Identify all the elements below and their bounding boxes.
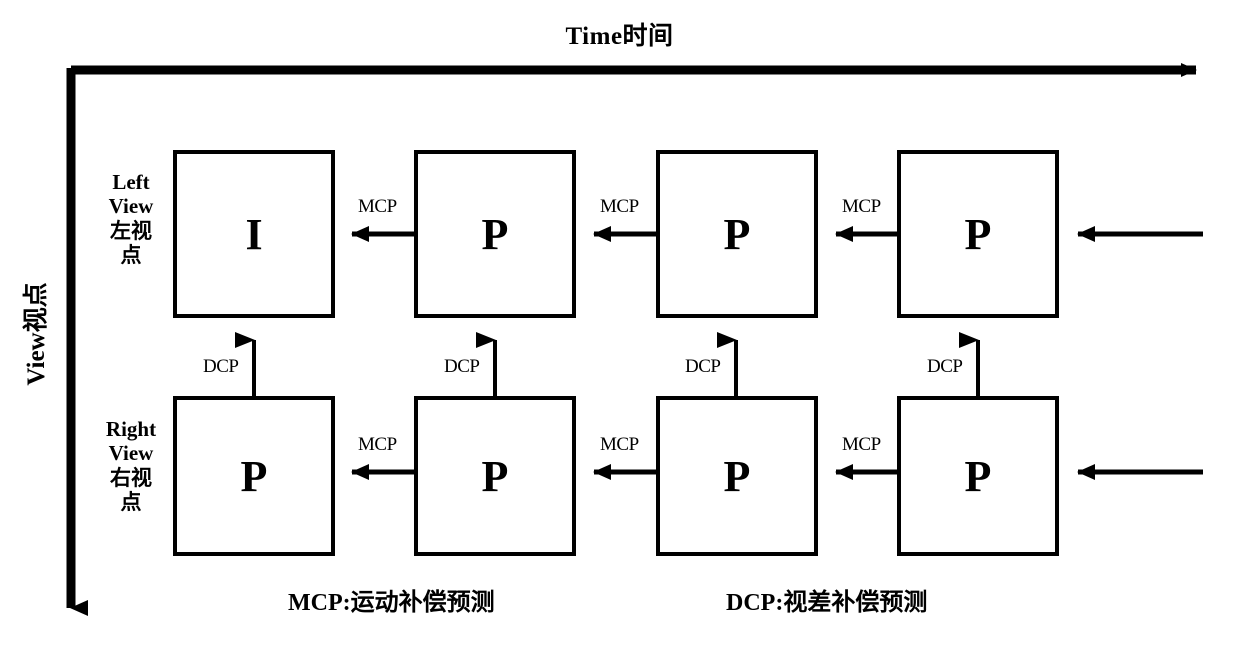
frame-box-left-view-2[interactable]: P	[656, 150, 818, 318]
edge-label-mcp-top-1: MCP	[600, 196, 639, 217]
row-label-right-zh: 右视	[110, 465, 152, 490]
legend-dcp: DCP:视差补偿预测	[726, 590, 928, 616]
edge-label-dcp-2: DCP	[685, 356, 721, 377]
edge-label-mcp-top-0: MCP	[358, 196, 397, 217]
edge-label-mcp-bottom-0: MCP	[358, 434, 397, 455]
frame-box-right-view-0[interactable]: P	[173, 396, 335, 556]
row-label-right-zh2: 点	[120, 490, 142, 515]
frame-box-left-view-0[interactable]: I	[173, 150, 335, 318]
frame-box-right-view-2[interactable]: P	[656, 396, 818, 556]
row-label-left-view: Left View 左视 点	[76, 170, 186, 267]
row-label-right-en2: View	[108, 441, 154, 466]
row-label-right-view: Right View 右视 点	[76, 417, 186, 514]
edge-label-dcp-3: DCP	[927, 356, 963, 377]
row-label-left-zh: 左视	[110, 218, 152, 243]
edge-label-dcp-0: DCP	[203, 356, 239, 377]
edge-label-mcp-bottom-1: MCP	[600, 434, 639, 455]
time-axis-title: Time时间	[565, 23, 674, 50]
frame-box-right-view-1[interactable]: P	[414, 396, 576, 556]
row-label-left-en2: View	[108, 194, 154, 219]
edge-label-mcp-top-2: MCP	[842, 196, 881, 217]
row-label-left-zh2: 点	[120, 243, 142, 268]
frame-box-left-view-3[interactable]: P	[897, 150, 1059, 318]
legend-mcp: MCP:运动补偿预测	[288, 590, 495, 616]
frame-box-right-view-3[interactable]: P	[897, 396, 1059, 556]
frame-box-left-view-1[interactable]: P	[414, 150, 576, 318]
view-axis-title: View视点	[23, 282, 50, 386]
row-label-left-en: Left	[112, 170, 150, 194]
row-label-right-en: Right	[105, 417, 157, 441]
edge-label-dcp-1: DCP	[444, 356, 480, 377]
diagram-canvas: Time时间 View视点 Left View 左视 点 Right View …	[0, 0, 1239, 647]
edge-label-mcp-bottom-2: MCP	[842, 434, 881, 455]
